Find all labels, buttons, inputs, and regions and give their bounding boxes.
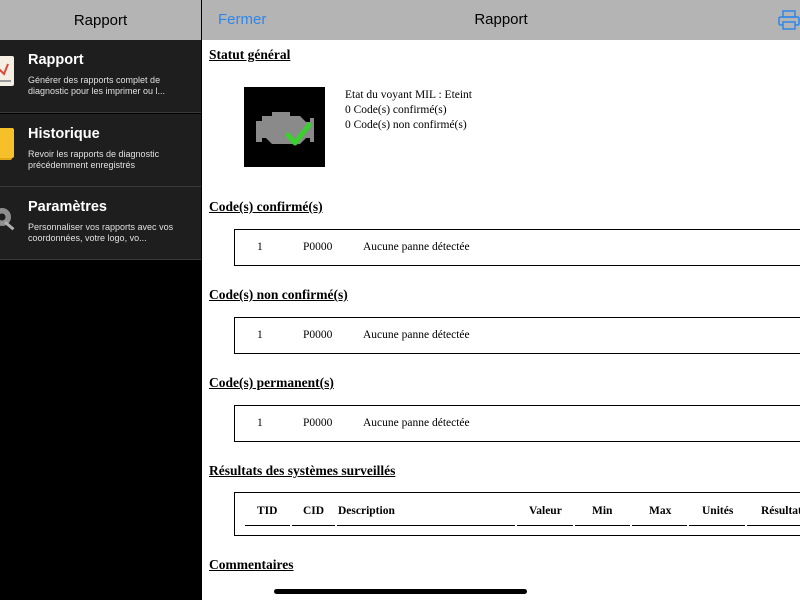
confirmed-section-title: Code(s) confirmé(s) <box>209 199 323 214</box>
column-divider <box>689 525 745 526</box>
code-description: Aucune panne détectée <box>363 329 470 341</box>
status-section-title: Statut général <box>209 47 291 62</box>
unconfirmed-codes-table: 1 P0000 Aucune panne détectée <box>234 317 800 354</box>
code-index: 1 <box>257 329 263 341</box>
column-header: Unités <box>702 505 734 517</box>
sidebar-item-historique[interactable]: Historique Revoir les rapports de diagno… <box>0 114 201 187</box>
unconfirmed-section-title: Code(s) non confirmé(s) <box>209 287 348 302</box>
column-divider <box>747 525 800 526</box>
sidebar-item-parametres[interactable]: Paramètres Personnaliser vos rapports av… <box>0 187 201 260</box>
report-icon <box>0 56 14 86</box>
unconfirmed-count: 0 Code(s) non confirmé(s) <box>345 119 467 131</box>
monitors-section-title: Résultats des systèmes surveillés <box>209 463 396 478</box>
gear-icon <box>0 208 15 231</box>
code-value: P0000 <box>303 417 333 429</box>
code-index: 1 <box>257 241 263 253</box>
column-divider <box>245 525 290 526</box>
code-value: P0000 <box>303 329 333 341</box>
engine-check-icon <box>244 87 325 167</box>
report-view: Fermer Rapport Statut général Etat du vo… <box>202 0 800 600</box>
navigation-bar: Fermer Rapport <box>202 0 800 40</box>
code-description: Aucune panne détectée <box>363 417 470 429</box>
sidebar-item-desc: Revoir les rapports de diagnostic précéd… <box>28 149 160 170</box>
column-divider <box>575 525 630 526</box>
column-header: Max <box>649 505 672 517</box>
sidebar-item-label: Paramètres <box>28 199 107 215</box>
column-header: Résultat <box>761 505 800 517</box>
column-header: Description <box>338 505 395 517</box>
folder-icon <box>0 128 14 160</box>
sidebar-item-label: Historique <box>28 126 100 142</box>
permanent-section-title: Code(s) permanent(s) <box>209 375 334 390</box>
comments-section-title: Commentaires <box>209 557 294 572</box>
home-indicator[interactable] <box>274 589 527 594</box>
sidebar-item-desc: Générer des rapports complet de diagnost… <box>28 75 166 96</box>
status-summary: Etat du voyant MIL : Eteint 0 Code(s) co… <box>345 88 472 133</box>
code-index: 1 <box>257 417 263 429</box>
column-header: Min <box>592 505 613 517</box>
column-divider <box>517 525 573 526</box>
confirmed-count: 0 Code(s) confirmé(s) <box>345 104 447 116</box>
code-value: P0000 <box>303 241 333 253</box>
column-divider <box>632 525 687 526</box>
sidebar-item-label: Rapport <box>28 52 84 68</box>
printer-icon[interactable] <box>778 10 800 30</box>
column-header: TID <box>257 505 278 517</box>
sidebar: Rapport Rapport Générer des rapports com… <box>0 0 201 600</box>
monitors-table: TID CID Description Valeur Min Max Unité… <box>234 492 800 536</box>
permanent-codes-table: 1 P0000 Aucune panne détectée <box>234 405 800 442</box>
confirmed-codes-table: 1 P0000 Aucune panne détectée <box>234 229 800 266</box>
column-header: CID <box>303 505 325 517</box>
column-divider <box>292 525 335 526</box>
page-title: Rapport <box>474 11 528 28</box>
mil-status: Etat du voyant MIL : Eteint <box>345 89 473 101</box>
sidebar-item-rapport[interactable]: Rapport Générer des rapports complet de … <box>0 40 201 113</box>
column-header: Valeur <box>529 505 562 517</box>
sidebar-title: Rapport <box>73 11 128 29</box>
code-description: Aucune panne détectée <box>363 241 470 253</box>
sidebar-item-desc: Personnaliser vos rapports avec vos coor… <box>28 222 174 243</box>
column-divider <box>337 525 515 526</box>
sidebar-header: Rapport <box>0 0 201 40</box>
